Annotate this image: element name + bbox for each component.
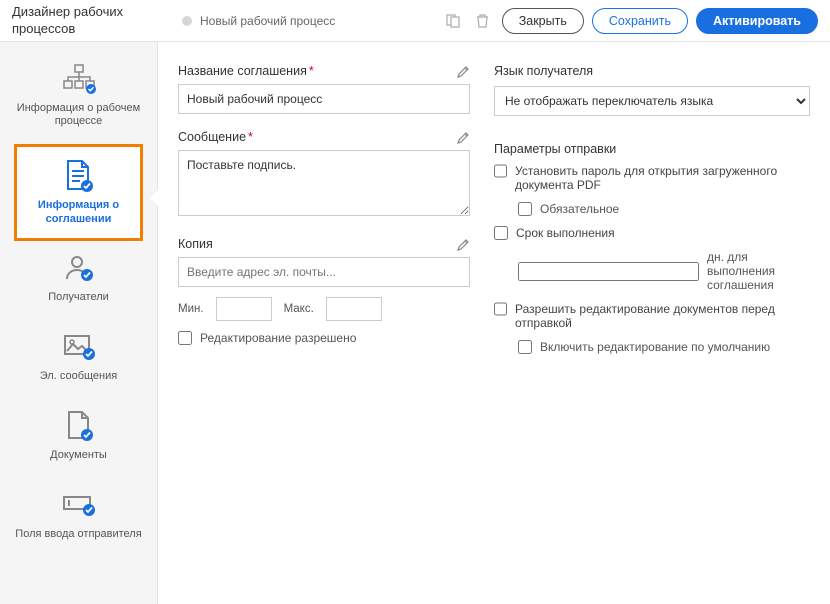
sidebar-item-label: Информация о соглашении <box>21 199 136 225</box>
recipient-language-label: Язык получателя <box>494 64 810 78</box>
workflow-name-display: Новый рабочий процесс <box>158 14 442 28</box>
opt-deadline-suffix: дн. для выполнения соглашения <box>707 250 810 292</box>
sitemap-icon <box>61 62 97 96</box>
opt-required-label: Обязательное <box>540 202 619 216</box>
cc-label: Копия <box>178 237 213 251</box>
recipient-language-select[interactable]: Не отображать переключатель языка <box>494 86 810 116</box>
opt-default-edit-label: Включить редактирование по умолчанию <box>540 340 770 354</box>
sidebar-item-recipients[interactable]: Получатели <box>8 241 149 314</box>
trash-icon[interactable] <box>472 10 494 32</box>
sidebar-item-label: Эл. сообщения <box>40 370 117 383</box>
editing-allowed-checkbox[interactable] <box>178 331 192 345</box>
status-dot-icon <box>182 16 192 26</box>
document-check-icon <box>64 159 94 193</box>
page-icon <box>65 409 93 443</box>
max-input[interactable] <box>326 297 382 321</box>
min-input[interactable] <box>216 297 272 321</box>
pencil-icon[interactable] <box>457 238 470 251</box>
opt-password-label: Установить пароль для открытия загруженн… <box>515 164 810 192</box>
opt-default-edit-row[interactable]: Включить редактирование по умолчанию <box>518 340 810 354</box>
opt-required-checkbox[interactable] <box>518 202 532 216</box>
opt-allow-edit-label: Разрешить редактирование документов пере… <box>515 302 810 330</box>
opt-allow-edit-row[interactable]: Разрешить редактирование документов пере… <box>494 302 810 330</box>
main-content: Название соглашения* Сообщение* <box>158 42 830 604</box>
editing-allowed-label: Редактирование разрешено <box>200 331 356 345</box>
opt-deadline-row[interactable]: Срок выполнения <box>494 226 810 240</box>
sidebar-item-workflow-info[interactable]: Информация о рабочем процессе <box>8 52 149 138</box>
pencil-icon[interactable] <box>457 65 470 78</box>
message-textarea[interactable] <box>178 150 470 216</box>
opt-deadline-days-input[interactable] <box>518 262 699 281</box>
sidebar-item-label: Поля ввода отправителя <box>15 528 141 541</box>
person-icon <box>64 251 94 285</box>
duplicate-icon[interactable] <box>442 10 464 32</box>
app-header: Дизайнер рабочих процессов Новый рабочий… <box>0 0 830 42</box>
sidebar-item-label: Получатели <box>48 291 109 304</box>
agreement-name-label: Название соглашения* <box>178 64 314 78</box>
opt-deadline-days-row: дн. для выполнения соглашения <box>518 250 810 292</box>
app-title: Дизайнер рабочих процессов <box>0 0 158 41</box>
opt-deadline-label: Срок выполнения <box>516 226 615 240</box>
agreement-name-input[interactable] <box>178 84 470 114</box>
min-label: Мин. <box>178 303 204 315</box>
cc-email-input[interactable] <box>178 257 470 287</box>
opt-password-row[interactable]: Установить пароль для открытия загруженн… <box>494 164 810 192</box>
send-options-label: Параметры отправки <box>494 142 810 156</box>
sidebar-item-label: Информация о рабочем процессе <box>14 102 143 128</box>
opt-allow-edit-checkbox[interactable] <box>494 302 507 316</box>
opt-deadline-checkbox[interactable] <box>494 226 508 240</box>
opt-required-row[interactable]: Обязательное <box>518 202 810 216</box>
image-icon <box>63 330 95 364</box>
close-button[interactable]: Закрыть <box>502 8 584 34</box>
sidebar-item-label: Документы <box>50 449 107 462</box>
editing-allowed-row[interactable]: Редактирование разрешено <box>178 331 470 345</box>
save-button[interactable]: Сохранить <box>592 8 688 34</box>
workflow-name: Новый рабочий процесс <box>200 14 335 28</box>
message-label: Сообщение* <box>178 130 253 144</box>
max-label: Макс. <box>284 303 314 315</box>
activate-button[interactable]: Активировать <box>696 8 818 34</box>
input-field-icon <box>62 488 96 522</box>
sidebar: Информация о рабочем процессе Информация… <box>0 42 158 604</box>
opt-password-checkbox[interactable] <box>494 164 507 178</box>
sidebar-item-documents[interactable]: Документы <box>8 399 149 472</box>
opt-default-edit-checkbox[interactable] <box>518 340 532 354</box>
pencil-icon[interactable] <box>457 131 470 144</box>
sidebar-item-sender-fields[interactable]: Поля ввода отправителя <box>8 478 149 551</box>
sidebar-item-emails[interactable]: Эл. сообщения <box>8 320 149 393</box>
sidebar-item-agreement-info[interactable]: Информация о соглашении <box>14 144 143 240</box>
